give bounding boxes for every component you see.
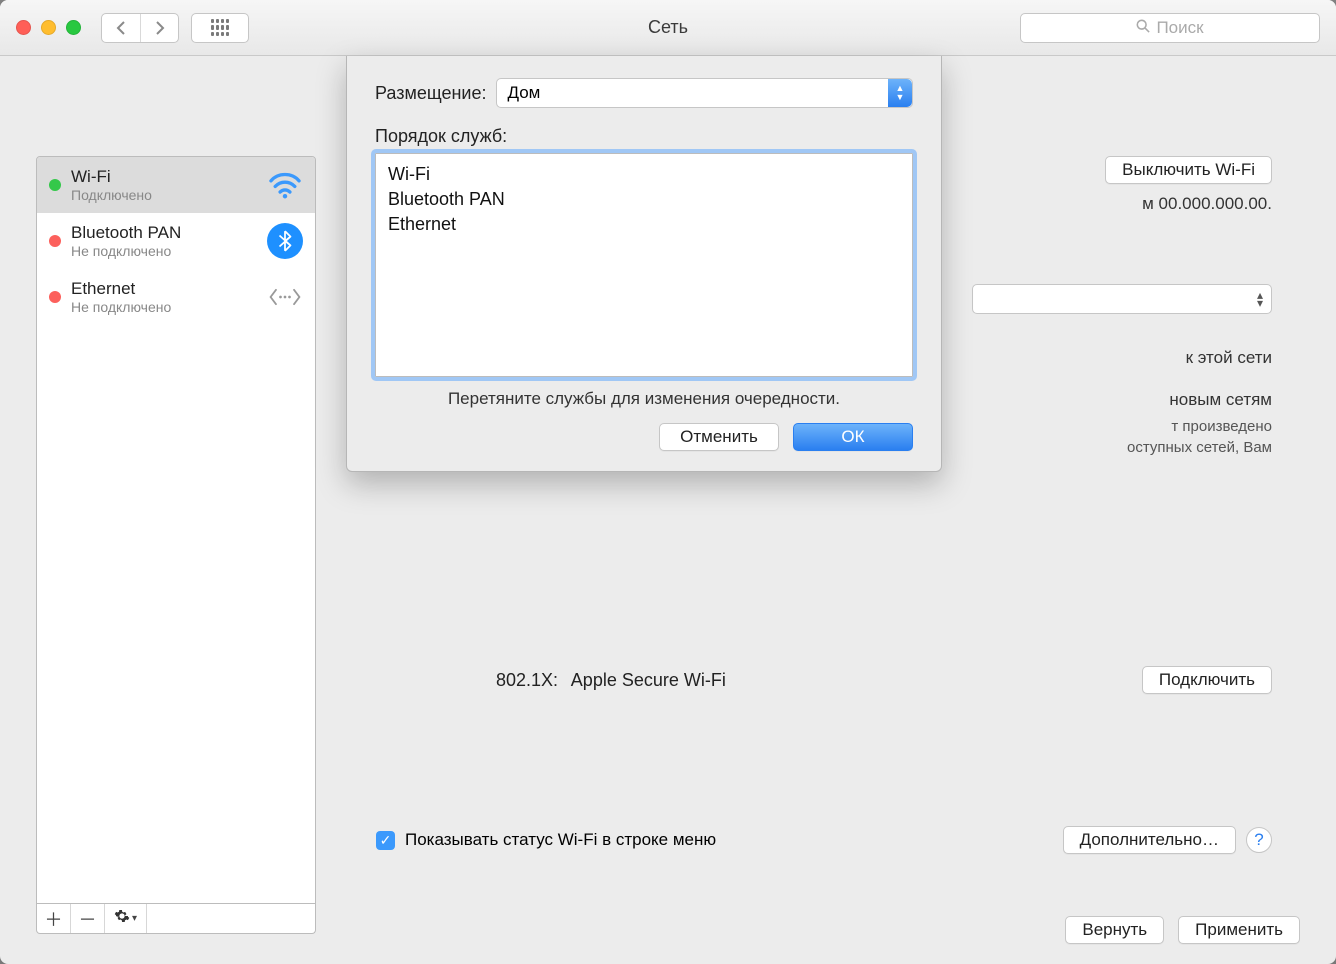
chevron-up-down-icon: ▴▾ [1257, 291, 1263, 307]
value-8021x: Apple Secure Wi-Fi [571, 670, 726, 690]
add-service-button[interactable]: ＋ [37, 904, 71, 933]
service-status: Не подключено [71, 243, 257, 259]
network-prefs-window: Сеть Поиск Wi-Fi Подключено [0, 0, 1336, 964]
close-window-button[interactable] [16, 20, 31, 35]
order-item[interactable]: Ethernet [388, 212, 900, 237]
service-text: Ethernet Не подключено [71, 279, 257, 315]
location-row: Размещение: Дом ▲▼ [375, 78, 913, 108]
search-placeholder: Поиск [1156, 18, 1203, 38]
order-item[interactable]: Wi-Fi [388, 162, 900, 187]
label-8021x: 802.1X: [496, 670, 558, 690]
service-name: Bluetooth PAN [71, 223, 257, 243]
status-dot [49, 291, 61, 303]
titlebar: Сеть Поиск [0, 0, 1336, 56]
gear-icon [114, 908, 130, 929]
wifi-icon [267, 167, 303, 203]
search-input[interactable]: Поиск [1020, 13, 1320, 43]
connect-8021x-button[interactable]: Подключить [1142, 666, 1272, 694]
back-button[interactable] [102, 14, 140, 42]
status-dot [49, 235, 61, 247]
nav-back-forward [101, 13, 179, 43]
service-status: Подключено [71, 187, 257, 203]
row-8021x: 802.1X: Apple Secure Wi-Fi Подключить [496, 666, 1272, 694]
sidebar-item-wifi[interactable]: Wi-Fi Подключено [37, 157, 315, 213]
show-all-button[interactable] [191, 13, 249, 43]
location-select[interactable]: Дом ▲▼ [496, 78, 913, 108]
ok-button[interactable]: ОК [793, 423, 913, 451]
sidebar: Wi-Fi Подключено [36, 156, 316, 934]
location-value: Дом [507, 83, 540, 103]
text-fragment: новым сетям [972, 390, 1272, 410]
help-button[interactable]: ? [1246, 827, 1272, 853]
chevron-down-icon: ▾ [132, 913, 137, 924]
service-text: Wi-Fi Подключено [71, 167, 257, 203]
order-item[interactable]: Bluetooth PAN [388, 187, 900, 212]
service-actions-button[interactable]: ▾ [105, 904, 147, 933]
text-fragment: к этой сети [972, 348, 1272, 368]
forward-button[interactable] [140, 14, 178, 42]
service-list: Wi-Fi Подключено [36, 156, 316, 904]
network-name-select[interactable]: ▴▾ [972, 284, 1272, 314]
window-title: Сеть [648, 17, 688, 38]
status-dot [49, 179, 61, 191]
revert-button[interactable]: Вернуть [1065, 916, 1164, 944]
chevron-up-down-icon: ▲▼ [888, 79, 912, 107]
right-column: Выключить Wi-Fi м 00.000.000.00. ▴▾ к эт… [972, 156, 1272, 458]
minimize-window-button[interactable] [41, 20, 56, 35]
service-status: Не подключено [71, 299, 257, 315]
turn-off-wifi-button[interactable]: Выключить Wi-Fi [1105, 156, 1272, 184]
show-wifi-status-checkbox[interactable]: ✓ [376, 831, 395, 850]
service-order-list[interactable]: Wi-Fi Bluetooth PAN Ethernet [375, 153, 913, 377]
text-fragment: оступных сетей, Вам [972, 437, 1272, 458]
search-icon [1136, 19, 1150, 37]
sidebar-item-ethernet[interactable]: Ethernet Не подключено [37, 269, 315, 325]
service-text: Bluetooth PAN Не подключено [71, 223, 257, 259]
location-label: Размещение: [375, 83, 486, 104]
service-name: Ethernet [71, 279, 257, 299]
bottom-options: ✓ Показывать статус Wi-Fi в строке меню … [376, 826, 1272, 854]
show-wifi-status-label: Показывать статус Wi-Fi в строке меню [405, 830, 1053, 850]
apply-button[interactable]: Применить [1178, 916, 1300, 944]
sidebar-item-bluetooth-pan[interactable]: Bluetooth PAN Не подключено [37, 213, 315, 269]
service-order-label: Порядок служб: [375, 126, 913, 147]
sidebar-toolbar: ＋ － ▾ [36, 904, 316, 934]
bluetooth-icon [267, 223, 303, 259]
grid-icon [211, 19, 229, 37]
cancel-button[interactable]: Отменить [659, 423, 779, 451]
sheet-buttons: Отменить ОК [375, 423, 913, 451]
remove-service-button[interactable]: － [71, 904, 105, 933]
advanced-button[interactable]: Дополнительно… [1063, 826, 1236, 854]
text-fragment: т произведено [972, 416, 1272, 437]
traffic-lights [16, 20, 81, 35]
ethernet-icon [267, 279, 303, 315]
drag-hint: Перетяните службы для изменения очередно… [375, 389, 913, 409]
service-name: Wi-Fi [71, 167, 257, 187]
footer-buttons: Вернуть Применить [1065, 916, 1300, 944]
zoom-window-button[interactable] [66, 20, 81, 35]
ip-address-fragment: м 00.000.000.00. [972, 194, 1272, 214]
service-order-sheet: Размещение: Дом ▲▼ Порядок служб: Wi-Fi … [346, 56, 942, 472]
